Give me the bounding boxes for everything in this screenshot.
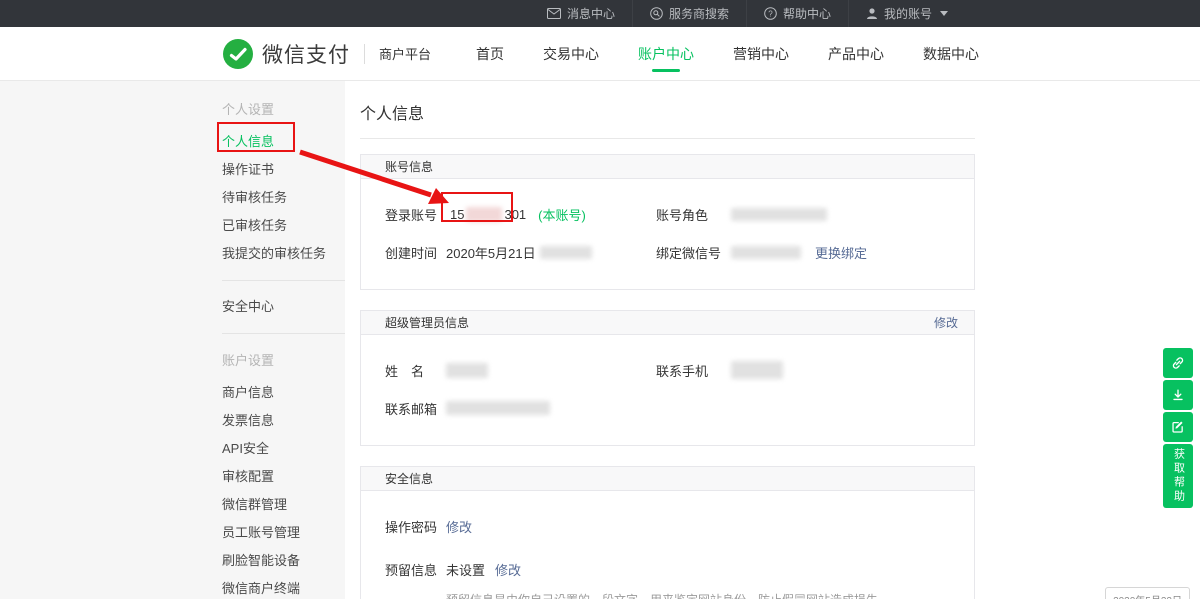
brand-subtitle: 商户平台	[379, 44, 431, 63]
topbar-item-label: 消息中心	[567, 5, 615, 22]
brand-separator	[364, 44, 365, 64]
question-circle-icon: ?	[764, 7, 777, 20]
sidebar-item-merchant-terminal[interactable]: 微信商户终端	[222, 575, 345, 599]
sidebar-item-wechat-group[interactable]: 微信群管理	[222, 491, 345, 519]
contact-email-label: 联系邮箱	[385, 399, 446, 418]
reserved-info-description: 预留信息是由你自己设置的一段文字，用来鉴定网站身份，防止假冒网站造成损失。 配置…	[446, 592, 950, 599]
security-card-title: 安全信息	[385, 470, 433, 487]
login-account-label: 登录账号	[385, 205, 446, 224]
admin-card-title: 超级管理员信息	[385, 314, 469, 331]
feedback-button[interactable]	[1163, 412, 1193, 442]
link-icon	[1170, 355, 1186, 371]
page-title: 个人信息	[360, 100, 1200, 124]
envelope-icon	[547, 8, 561, 19]
sidebar-item-review-config[interactable]: 审核配置	[222, 463, 345, 491]
login-account-prefix: 15	[450, 207, 464, 222]
nav-account-center[interactable]: 账户中心	[638, 27, 694, 80]
sidebar-divider	[222, 280, 345, 281]
sidebar-divider	[222, 333, 345, 334]
current-account-note: (本账号)	[538, 205, 586, 224]
reserved-modify-link[interactable]: 修改	[495, 560, 521, 579]
search-circle-icon	[650, 7, 663, 20]
sidebar-section-personal-settings: 个人设置	[222, 95, 345, 128]
main-nav: 首页 交易中心 账户中心 营销中心 产品中心 数据中心	[476, 27, 979, 80]
login-account-redacted	[466, 207, 502, 222]
merchant-platform-page: 消息中心 服务商搜索 ? 帮助中心 我的账号	[0, 0, 1200, 599]
brand: 微信支付 商户平台	[222, 38, 431, 70]
created-time-value: 2020年5月21日	[446, 243, 536, 262]
topbar-my-account[interactable]: 我的账号	[848, 0, 965, 27]
topbar-item-label: 服务商搜索	[669, 5, 729, 22]
title-divider	[360, 138, 975, 139]
password-modify-link[interactable]: 修改	[446, 517, 472, 536]
sidebar-item-api-security[interactable]: API安全	[222, 435, 345, 463]
svg-text:?: ?	[768, 9, 773, 18]
topbar-message-center[interactable]: 消息中心	[530, 0, 632, 27]
account-role-label: 账号角色	[656, 205, 731, 224]
reserved-info-status: 未设置	[446, 560, 485, 579]
sidebar-item-merchant-info[interactable]: 商户信息	[222, 379, 345, 407]
download-icon	[1170, 387, 1186, 403]
topbar-item-label: 帮助中心	[783, 5, 831, 22]
sidebar-item-reviewed[interactable]: 已审核任务	[222, 212, 345, 240]
sidebar: 个人设置 个人信息 操作证书 待审核任务 已审核任务 我提交的审核任务 安全中心…	[0, 81, 345, 599]
floating-toolbar: 获取帮助	[1163, 348, 1193, 508]
nav-data-center[interactable]: 数据中心	[923, 27, 979, 80]
chevron-down-icon	[940, 11, 948, 16]
main-content: 个人信息 账号信息 登录账号 15 301	[345, 81, 1200, 599]
reserved-info-label: 预留信息	[385, 560, 446, 579]
account-role-redacted	[731, 208, 827, 221]
date-tooltip: 2020年5月22日	[1105, 587, 1190, 599]
created-time-label: 创建时间	[385, 243, 446, 262]
nav-marketing-center[interactable]: 营销中心	[733, 27, 789, 80]
created-time-redacted	[540, 246, 592, 259]
utility-topbar: 消息中心 服务商搜索 ? 帮助中心 我的账号	[0, 0, 1200, 27]
topbar-sp-search[interactable]: 服务商搜索	[632, 0, 746, 27]
share-link-button[interactable]	[1163, 348, 1193, 378]
user-icon	[866, 7, 878, 20]
contact-phone-label: 联系手机	[656, 361, 731, 380]
account-card-header: 账号信息	[361, 155, 974, 179]
name-label: 姓 名	[385, 361, 446, 380]
change-binding-link[interactable]: 更换绑定	[815, 243, 867, 262]
nav-product-center[interactable]: 产品中心	[828, 27, 884, 80]
body: 个人设置 个人信息 操作证书 待审核任务 已审核任务 我提交的审核任务 安全中心…	[0, 81, 1200, 599]
sidebar-item-security-center[interactable]: 安全中心	[222, 293, 345, 321]
sidebar-item-face-device[interactable]: 刷脸智能设备	[222, 547, 345, 575]
admin-modify-link[interactable]: 修改	[934, 314, 958, 331]
bound-wechat-redacted	[731, 246, 801, 259]
topbar-help-center[interactable]: ? 帮助中心	[746, 0, 848, 27]
operation-password-label: 操作密码	[385, 517, 446, 536]
bound-wechat-label: 绑定微信号	[656, 243, 731, 262]
sidebar-item-staff-account[interactable]: 员工账号管理	[222, 519, 345, 547]
download-button[interactable]	[1163, 380, 1193, 410]
topbar-item-label: 我的账号	[884, 5, 932, 22]
account-info-card: 账号信息 登录账号 15 301 (本账号)	[360, 154, 975, 290]
get-help-button[interactable]: 获取帮助	[1163, 444, 1193, 508]
sidebar-item-pending-review[interactable]: 待审核任务	[222, 184, 345, 212]
edit-icon	[1170, 419, 1186, 435]
sidebar-item-personal-info[interactable]: 个人信息	[222, 128, 345, 156]
security-info-card: 安全信息 操作密码 修改 预留信息 未设置 修改 预留信息是由你自己设置的一段文…	[360, 466, 975, 599]
contact-email-redacted	[446, 401, 550, 415]
nav-home[interactable]: 首页	[476, 27, 504, 80]
sidebar-item-my-submitted-review[interactable]: 我提交的审核任务	[222, 240, 345, 268]
brand-header: 微信支付 商户平台 首页 交易中心 账户中心 营销中心 产品中心 数据中心	[0, 27, 1200, 81]
wechat-pay-logo-icon	[222, 38, 254, 70]
nav-transaction-center[interactable]: 交易中心	[543, 27, 599, 80]
brand-name: 微信支付	[262, 39, 350, 69]
contact-phone-redacted	[731, 361, 783, 379]
sidebar-item-operation-cert[interactable]: 操作证书	[222, 156, 345, 184]
admin-card-header: 超级管理员信息 修改	[361, 311, 974, 335]
login-account-suffix: 301	[504, 207, 526, 222]
sidebar-item-invoice-info[interactable]: 发票信息	[222, 407, 345, 435]
sidebar-section-account-settings: 账户设置	[222, 346, 345, 379]
login-account-value: 15 301	[446, 207, 530, 222]
super-admin-card: 超级管理员信息 修改 姓 名 联系手机	[360, 310, 975, 446]
security-card-header: 安全信息	[361, 467, 974, 491]
name-redacted	[446, 363, 488, 378]
reserved-desc-line: 预留信息是由你自己设置的一段文字，用来鉴定网站身份，防止假冒网站造成损失。	[446, 592, 950, 599]
account-card-title: 账号信息	[385, 158, 433, 175]
